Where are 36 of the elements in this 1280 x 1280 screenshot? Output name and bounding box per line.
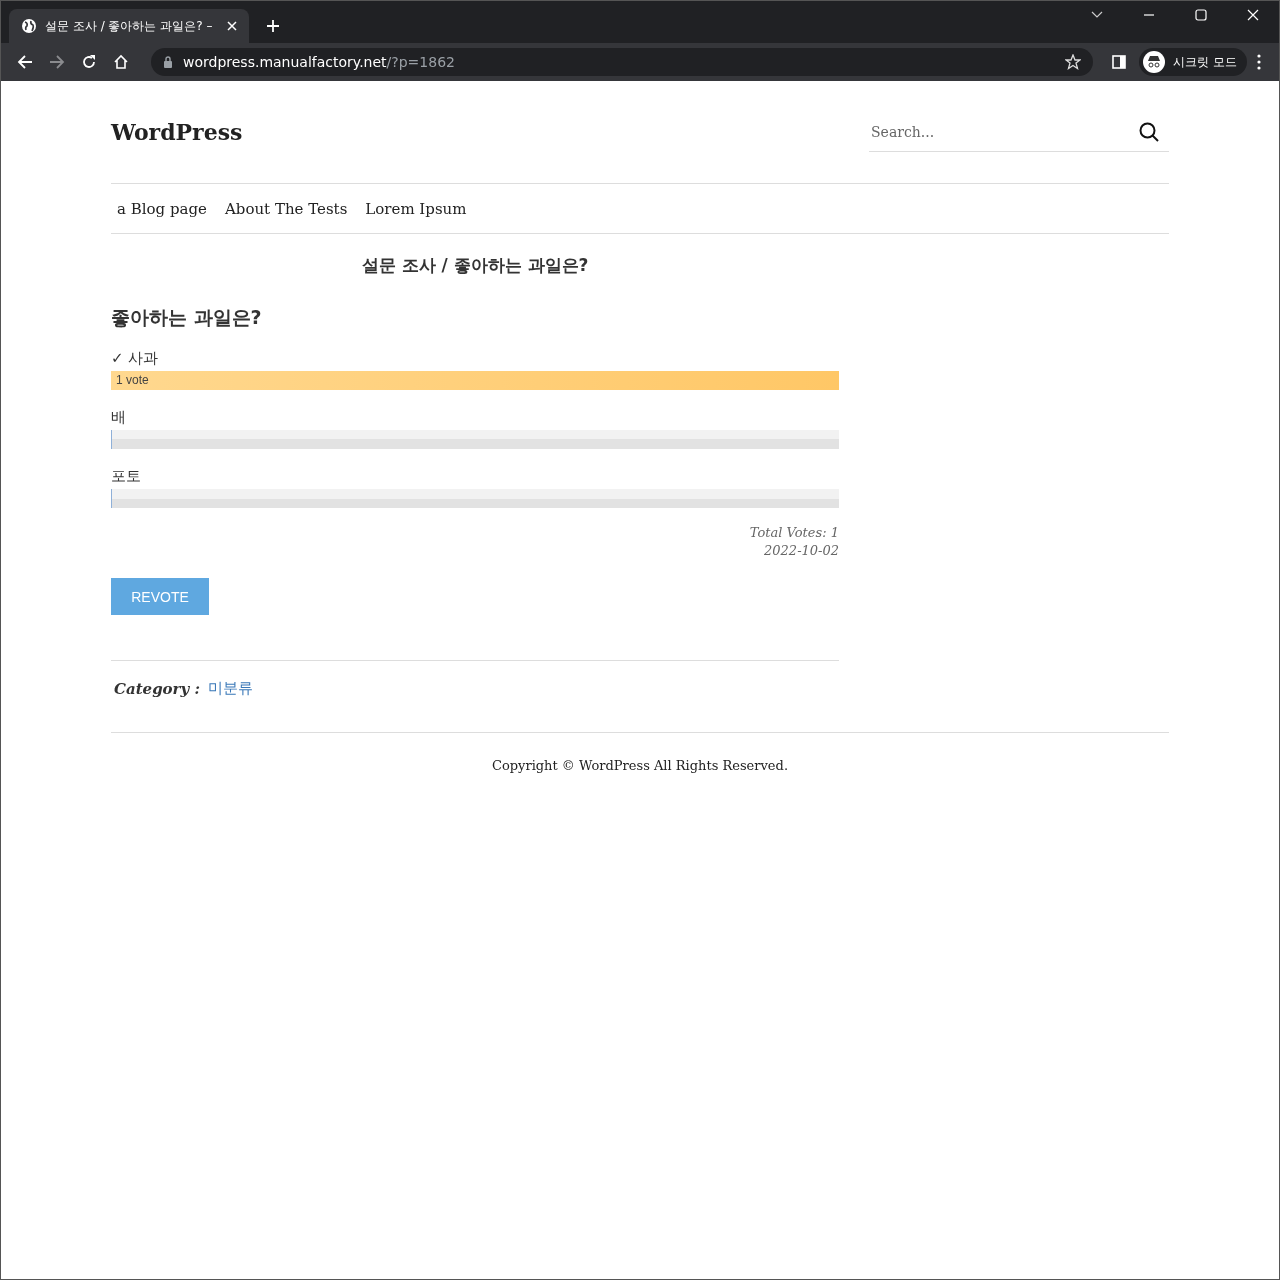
close-icon[interactable] (1247, 9, 1259, 21)
incognito-button[interactable]: 시크릿 모드 (1139, 48, 1247, 76)
back-icon[interactable] (17, 54, 33, 70)
maximize-icon[interactable] (1195, 9, 1207, 21)
globe-icon (21, 18, 37, 34)
search-field[interactable]: Search... (869, 124, 1139, 140)
forward-icon[interactable] (49, 54, 65, 70)
site-title[interactable]: WordPress (111, 119, 243, 145)
vote-count: 1 vote (116, 373, 149, 387)
close-icon[interactable] (227, 21, 237, 31)
category-link[interactable]: 미분류 (208, 679, 253, 698)
poll-question: 좋아하는 과일은? (111, 305, 263, 330)
menu-icon[interactable] (1257, 54, 1261, 70)
category-label: Category : (114, 679, 200, 698)
nav-link[interactable]: Lorem Ipsum (365, 199, 467, 218)
new-tab-icon[interactable] (267, 20, 279, 32)
answer-label: 포토 (111, 467, 142, 486)
incognito-icon (1143, 51, 1166, 73)
browser-tab[interactable]: 설문 조사 / 좋아하는 과일은? – (9, 9, 249, 43)
reload-icon[interactable] (81, 54, 97, 70)
search-icon[interactable] (1139, 122, 1159, 142)
address-bar[interactable]: wordpress.manualfactory.net/?p=1862 (151, 48, 1094, 76)
tab-title: 설문 조사 / 좋아하는 과일은? – (45, 17, 214, 35)
copyright-text: Copyright © WordPress All Rights Reserved. (492, 758, 788, 773)
lock-icon (163, 56, 173, 68)
answer-label: ✓ 사과 (111, 349, 160, 368)
home-icon[interactable] (113, 54, 129, 70)
star-icon[interactable] (1065, 54, 1082, 70)
poll-date: 2022-10-02 (764, 542, 839, 560)
url-text: wordpress.manualfactory.net/?p=1862 (183, 54, 455, 70)
total-votes: Total Votes: 1 (749, 524, 839, 542)
nav-link[interactable]: About The Tests (224, 199, 348, 218)
nav-link[interactable]: a Blog page (117, 199, 207, 218)
answer-label: 배 (111, 408, 127, 427)
post-title: 설문 조사 / 좋아하는 과일은? (360, 254, 590, 277)
side-panel-icon[interactable] (1111, 54, 1128, 70)
